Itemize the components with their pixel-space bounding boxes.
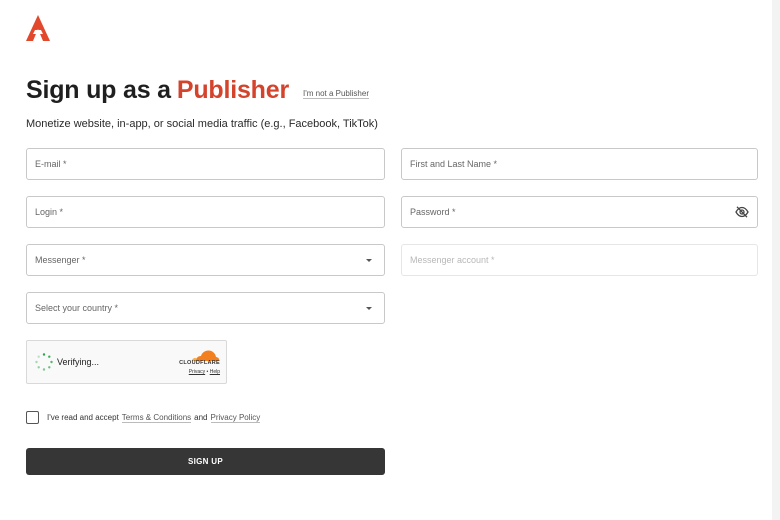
not-publisher-link[interactable]: I'm not a Publisher (302, 89, 369, 99)
messenger-account-placeholder: Messenger account * (410, 255, 495, 265)
terms-and-text: and (194, 413, 208, 422)
captcha-status: Verifying... (57, 357, 100, 367)
chevron-down-icon (366, 306, 372, 310)
brand-logo[interactable] (26, 15, 50, 41)
login-placeholder: Login * (35, 207, 64, 217)
captcha-help-link[interactable]: Help (210, 369, 220, 375)
cloudflare-wordmark: CLOUDFLARE (179, 360, 220, 366)
messenger-account-field: Messenger account * (401, 244, 758, 276)
login-field[interactable]: Login * (26, 196, 385, 228)
country-placeholder: Select your country * (35, 303, 119, 313)
chevron-down-icon (366, 258, 372, 262)
loading-spinner-icon (35, 353, 53, 371)
page-scrollbar[interactable] (772, 0, 780, 520)
captcha-link-separator: • (206, 369, 209, 375)
privacy-policy-link[interactable]: Privacy Policy (210, 413, 261, 423)
cloudflare-captcha-widget[interactable]: Verifying... CLOUDFLARE Privacy • Help (26, 340, 227, 384)
page-heading: Sign up as a Publisher I'm not a Publish… (26, 76, 369, 105)
sign-up-button[interactable]: SIGN UP (26, 448, 385, 475)
terms-checkbox[interactable] (26, 411, 39, 424)
hide-password-icon[interactable] (735, 206, 749, 218)
password-field[interactable]: Password * (401, 196, 758, 228)
full-name-placeholder: First and Last Name * (410, 159, 498, 169)
terms-conditions-link[interactable]: Terms & Conditions (121, 413, 192, 423)
terms-prefix: I've read and accept (47, 413, 119, 422)
messenger-placeholder: Messenger * (35, 255, 86, 265)
terms-row: I've read and accept Terms & Conditions … (26, 411, 263, 424)
page-title: Sign up as a (26, 76, 171, 104)
captcha-links: Privacy • Help (189, 369, 220, 375)
captcha-privacy-link[interactable]: Privacy (189, 369, 205, 375)
page-title-accent: Publisher (176, 76, 289, 104)
full-name-field[interactable]: First and Last Name * (401, 148, 758, 180)
email-placeholder: E-mail * (35, 159, 67, 169)
password-placeholder: Password * (410, 207, 456, 217)
messenger-select[interactable]: Messenger * (26, 244, 385, 276)
email-field[interactable]: E-mail * (26, 148, 385, 180)
page-subtitle: Monetize website, in-app, or social medi… (26, 118, 378, 130)
country-select[interactable]: Select your country * (26, 292, 385, 324)
